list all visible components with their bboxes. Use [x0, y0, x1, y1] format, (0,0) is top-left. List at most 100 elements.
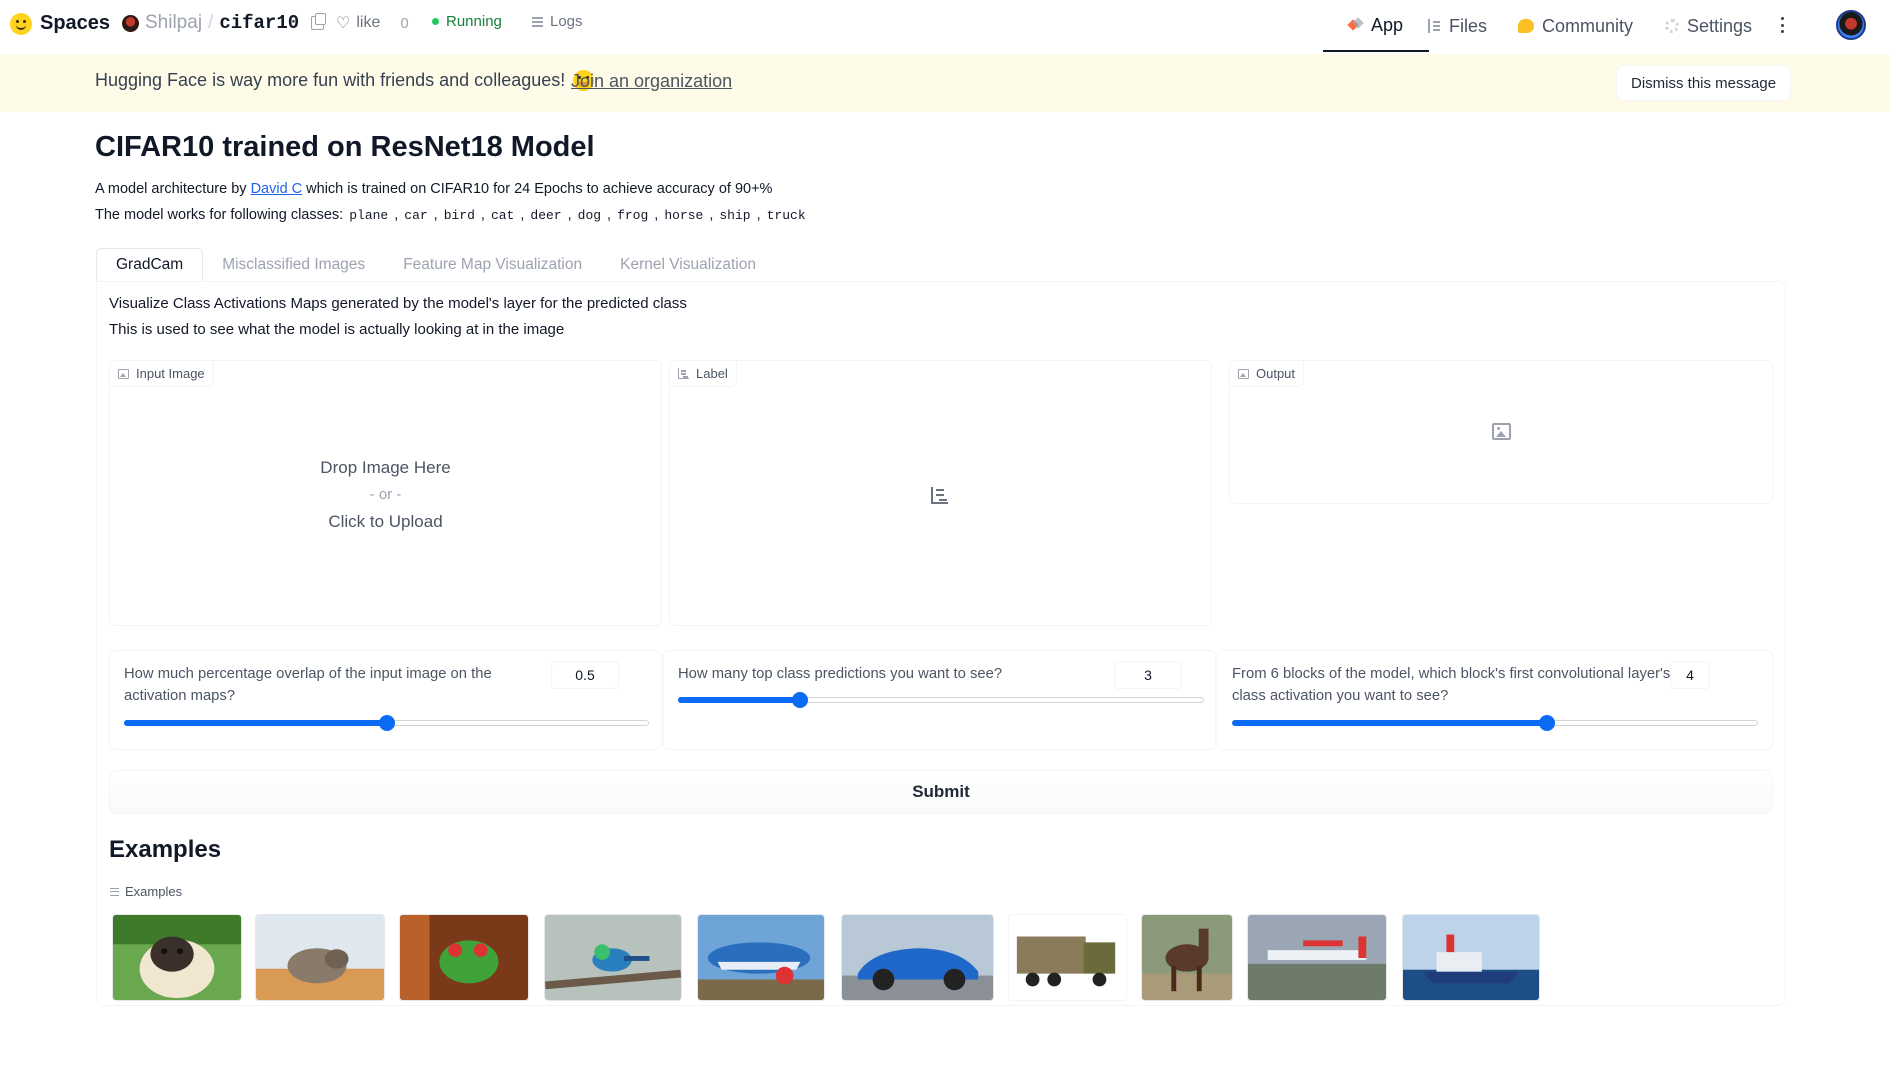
copy-icon[interactable] — [311, 13, 327, 30]
drop-image-text: Drop Image Here — [320, 458, 451, 477]
example-cat-image[interactable] — [255, 914, 385, 1001]
top-classes-slider-block: How many top class predictions you want … — [663, 650, 1216, 750]
slider-thumb[interactable] — [1539, 715, 1555, 731]
top-classes-number-input[interactable]: 3 — [1114, 661, 1182, 689]
example-car-image[interactable] — [841, 914, 994, 1001]
class-name: ship — [719, 207, 751, 223]
example-bird-image[interactable] — [544, 914, 682, 1001]
or-separator: - or - — [369, 486, 402, 503]
overlap-slider-block: How much percentage overlap of the input… — [109, 650, 662, 750]
panel-description: Visualize Class Activations Maps generat… — [109, 295, 687, 312]
tab-app[interactable]: App — [1323, 0, 1429, 52]
input-image-dropzone[interactable]: Input Image Drop Image Here - or - Click… — [109, 360, 662, 626]
owner-avatar — [122, 14, 139, 32]
description-suffix: which is trained on CIFAR10 for 24 Epoch… — [306, 181, 773, 197]
tab-app-label: App — [1370, 14, 1404, 35]
slider-label: How much percentage overlap of the input… — [124, 663, 492, 707]
block-number-input[interactable]: 4 — [1670, 661, 1710, 689]
org-banner: Hugging Face is way more fun with friend… — [0, 54, 1890, 112]
slider-label: From 6 blocks of the model, which block'… — [1232, 663, 1670, 707]
more-options-icon[interactable] — [1780, 17, 1784, 33]
image-icon — [1238, 368, 1249, 379]
class-name: frog — [617, 207, 649, 223]
output-block-label: Output — [1230, 361, 1305, 387]
panel-description: This is used to see what the model is ac… — [109, 321, 565, 338]
top-classes-slider[interactable] — [678, 692, 1204, 708]
slider-label: How many top class predictions you want … — [678, 663, 1002, 685]
logs-label: Logs — [550, 13, 583, 30]
user-avatar[interactable] — [1836, 10, 1866, 40]
dismiss-message-button[interactable]: Dismiss this message — [1616, 65, 1792, 101]
heart-icon: ♡ — [336, 15, 351, 32]
slider-fill — [678, 697, 800, 703]
output-block-label-text: Output — [1256, 366, 1296, 381]
example-ship-image[interactable] — [1402, 914, 1540, 1001]
label-block-label-text: Label — [696, 366, 728, 381]
like-count: 0 — [400, 14, 409, 32]
overlap-number-input[interactable]: 0.5 — [551, 661, 619, 689]
example-plane-image[interactable] — [697, 914, 825, 1001]
spaces-home-link[interactable]: Spaces — [10, 12, 110, 35]
example-frog-image[interactable] — [399, 914, 529, 1001]
tab-settings-label: Settings — [1687, 15, 1753, 36]
example-plane-image[interactable] — [1247, 914, 1387, 1001]
input-image-label-text: Input Image — [136, 366, 205, 381]
repo-path: Shilpaj / cifar10 — [122, 12, 327, 34]
class-name: cat — [490, 207, 515, 223]
repo-name-link[interactable]: cifar10 — [219, 12, 299, 34]
slider-label-line: class activation you want to see? — [1232, 688, 1449, 704]
tab-feature-map-visualization[interactable]: Feature Map Visualization — [384, 248, 601, 282]
class-name: car — [404, 207, 428, 223]
hugging-face-logo-icon — [10, 12, 32, 35]
tab-files[interactable]: Files — [1428, 0, 1487, 52]
tab-settings[interactable]: Settings — [1665, 0, 1752, 52]
submit-button[interactable]: Submit — [109, 770, 1773, 814]
status-badge[interactable]: Running — [432, 13, 502, 30]
example-horse-image[interactable] — [1141, 914, 1233, 1001]
overlap-slider[interactable] — [124, 715, 649, 731]
class-name: deer — [530, 207, 562, 223]
banner-message: Hugging Face is way more fun with friend… — [95, 70, 595, 91]
author-link[interactable]: David C — [251, 181, 303, 197]
tab-community-label: Community — [1542, 15, 1634, 36]
click-to-upload-text[interactable]: Click to Upload — [110, 512, 661, 532]
repo-owner-link[interactable]: Shilpaj — [145, 12, 202, 34]
running-dot-icon — [432, 18, 439, 25]
output-placeholder-image-icon — [1492, 423, 1511, 440]
examples-heading: Examples — [109, 836, 222, 863]
join-organization-link[interactable]: Join an organization — [571, 71, 732, 92]
examples-label: Examples — [110, 884, 182, 899]
slider-label-line: How many top class predictions you want … — [678, 666, 1003, 682]
block-select-slider[interactable] — [1232, 715, 1758, 731]
class-name: plane — [349, 207, 389, 223]
slider-label-line: How much percentage overlap of the input… — [124, 666, 492, 682]
gear-icon — [1665, 19, 1679, 33]
tab-gradcam[interactable]: GradCam — [96, 248, 204, 282]
description-prefix: A model architecture by — [95, 181, 247, 197]
tab-misclassified-images[interactable]: Misclassified Images — [203, 248, 384, 282]
input-image-label: Input Image — [110, 361, 214, 387]
slider-thumb[interactable] — [379, 715, 395, 731]
slider-thumb[interactable] — [792, 692, 808, 708]
example-dog-image[interactable] — [112, 914, 242, 1001]
class-name: dog — [577, 207, 602, 223]
status-text: Running — [446, 13, 502, 30]
classes-prefix: The model works for following classes: — [95, 207, 344, 223]
classes-line: The model works for following classes: p… — [95, 207, 806, 223]
slider-fill — [1232, 720, 1547, 726]
tab-community[interactable]: Community — [1518, 0, 1633, 52]
logs-button[interactable]: Logs — [532, 13, 583, 30]
slider-fill — [124, 720, 387, 726]
tab-kernel-visualization[interactable]: Kernel Visualization — [601, 248, 775, 282]
class-name: bird — [443, 207, 475, 223]
block-select-slider-block: From 6 blocks of the model, which block'… — [1217, 650, 1773, 750]
example-truck-image[interactable] — [1008, 914, 1127, 1001]
feature-tabs: GradCam Misclassified Images Feature Map… — [96, 248, 775, 282]
logs-icon — [532, 16, 543, 27]
slider-label-line: From 6 blocks of the model, which block'… — [1232, 666, 1671, 682]
page-title: CIFAR10 trained on ResNet18 Model — [95, 131, 595, 163]
like-button[interactable]: ♡ like 0 — [336, 13, 409, 33]
examples-label-text: Examples — [125, 884, 183, 899]
bar-chart-icon — [678, 368, 689, 379]
like-label: like — [356, 14, 381, 31]
